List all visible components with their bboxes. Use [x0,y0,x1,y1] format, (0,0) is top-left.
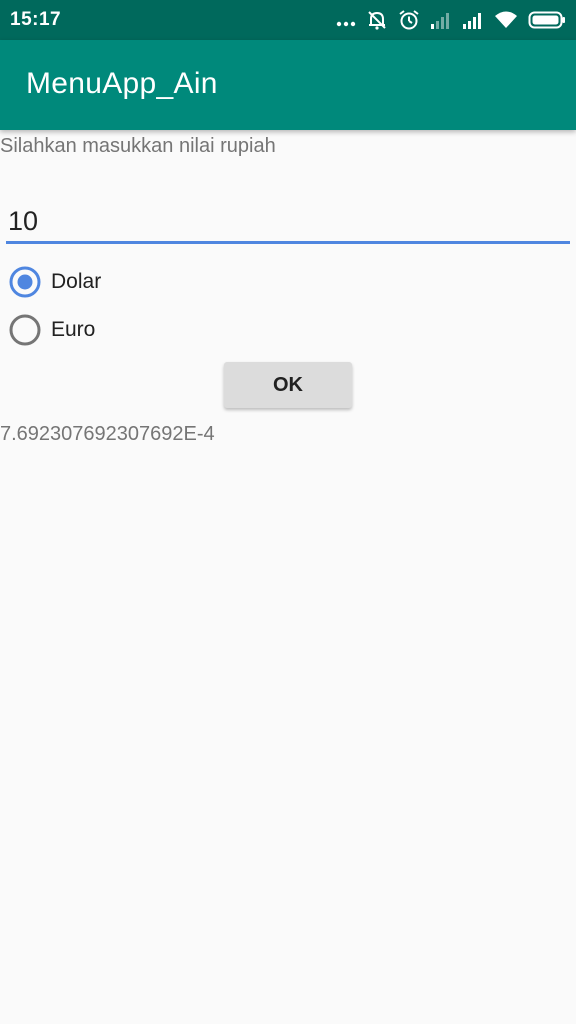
radio-option-dolar[interactable]: Dolar [8,265,101,299]
alarm-off-icon [366,9,388,31]
status-icons [336,8,566,32]
signal-icon [462,10,484,30]
more-dots-icon [336,10,356,30]
ok-button[interactable]: OK [224,362,352,408]
battery-icon [528,10,566,30]
prompt-label: Silahkan masukkan nilai rupiah [0,135,276,157]
radio-unchecked-icon[interactable] [8,313,42,347]
app-title: MenuApp_Ain [26,67,218,100]
wifi-icon [494,10,518,30]
alarm-icon [398,9,420,31]
signal-weak-icon [430,10,452,30]
status-bar: 15:17 [0,0,576,40]
radio-label-euro[interactable]: Euro [51,318,95,342]
radio-option-euro[interactable]: Euro [8,313,95,347]
radio-checked-icon[interactable] [8,265,42,299]
app-bar: MenuApp_Ain [0,40,576,130]
conversion-result: 7.692307692307692E-4 [0,423,215,445]
status-time: 15:17 [10,9,62,30]
radio-label-dolar[interactable]: Dolar [51,270,101,294]
rupiah-amount-input[interactable] [6,196,570,244]
